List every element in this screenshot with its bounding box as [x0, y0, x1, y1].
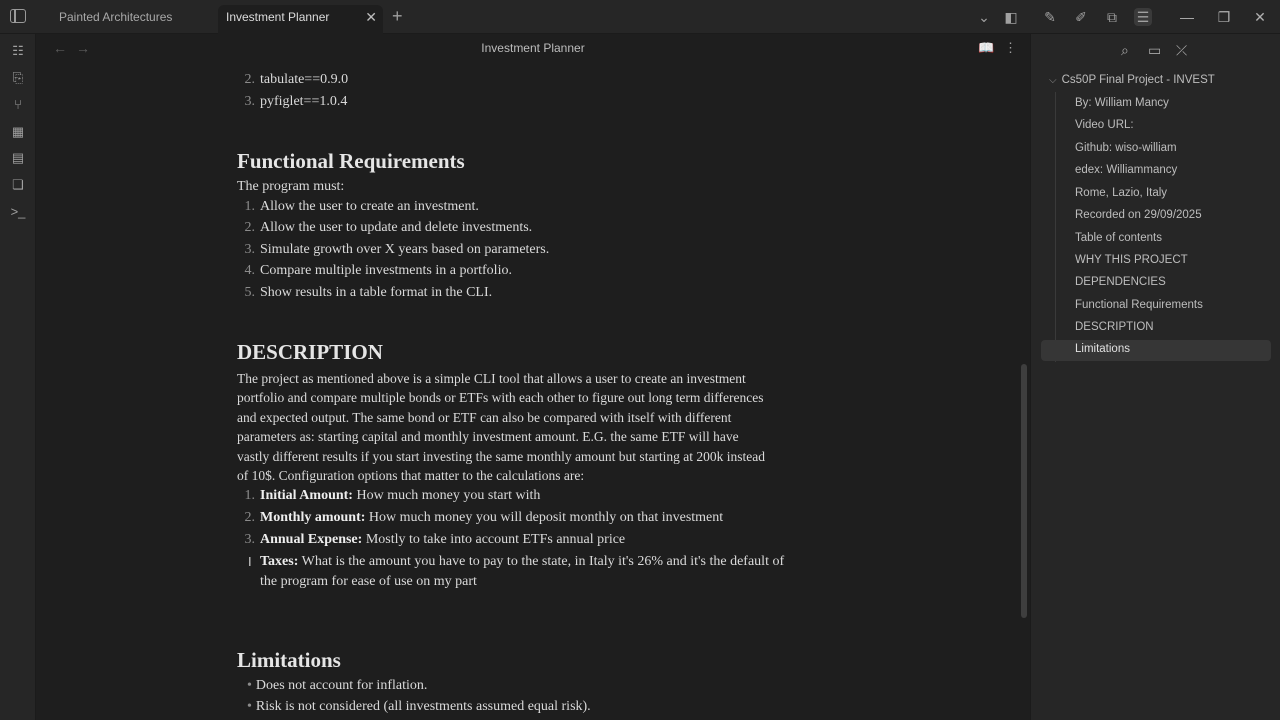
close-icon[interactable]: ✕: [365, 5, 377, 29]
outline-guide-line: [1055, 92, 1056, 362]
outline-item[interactable]: Rome, Lazio, Italy: [1075, 187, 1167, 199]
text-cursor-icon: I: [248, 554, 252, 569]
sidebar-toggle-icon[interactable]: [10, 9, 26, 23]
heading-description: DESCRIPTION: [237, 340, 383, 364]
heading-functional-requirements: Functional Requirements: [237, 149, 465, 173]
outline-item[interactable]: DEPENDENCIES: [1075, 276, 1166, 288]
tab-investment-planner[interactable]: Investment Planner ✕: [218, 5, 383, 34]
minimize-icon[interactable]: —: [1178, 8, 1196, 26]
tab-label: Investment Planner: [226, 10, 330, 24]
outline-item[interactable]: WHY THIS PROJECT: [1075, 254, 1188, 266]
outline-root[interactable]: ⌵ Cs50P Final Project - INVEST: [1049, 74, 1215, 86]
outline-item[interactable]: By: William Mancy: [1075, 97, 1169, 109]
display-icon[interactable]: ▭: [1148, 42, 1161, 59]
tab-bar: Painted Architectures Investment Planner…: [0, 0, 1280, 34]
files-icon[interactable]: ☷: [10, 43, 26, 59]
bullet-icon: •: [247, 678, 252, 693]
outline-item[interactable]: Video URL:: [1075, 119, 1134, 131]
view-header: ← → Investment Planner 📖 ⋮: [36, 34, 1030, 62]
outline-icon[interactable]: ☰: [1134, 8, 1152, 26]
view-title: Investment Planner: [481, 41, 585, 55]
window-close-icon[interactable]: ✕: [1251, 8, 1269, 26]
outline-item[interactable]: Recorded on 29/09/2025: [1075, 209, 1202, 221]
reading-view-icon[interactable]: 📖: [978, 40, 994, 56]
left-ribbon: ☷ ⎘ ⑂ ▦ ▤ ❏ >_: [0, 34, 36, 720]
list-item-continuation: the program for ease of use on my part: [260, 574, 477, 589]
calendar-icon[interactable]: ▤: [10, 150, 26, 166]
right-sidebar: ⌕ ▭ ⤫ ⌵ Cs50P Final Project - INVEST By: …: [1030, 34, 1280, 720]
file-search-icon[interactable]: ⎘: [10, 70, 26, 86]
bullet-item: • Risk is not considered (all investments…: [247, 699, 591, 714]
outline-item[interactable]: edex: Williammancy: [1075, 164, 1177, 176]
new-tab-icon[interactable]: +: [392, 6, 403, 26]
graph-icon[interactable]: ⑂: [10, 97, 26, 113]
tab-painted-architectures[interactable]: Painted Architectures: [51, 5, 217, 34]
paragraph: The program must:: [237, 179, 345, 194]
bullet-icon: •: [247, 699, 252, 714]
bullet-item: • Does not account for inflation.: [247, 678, 428, 693]
restore-icon[interactable]: ❐: [1215, 8, 1233, 26]
tab-label: Painted Architectures: [59, 10, 173, 24]
plugin-alt-icon[interactable]: ✐: [1072, 8, 1090, 26]
tags-icon[interactable]: ⧉: [1103, 8, 1121, 26]
chevron-down-icon[interactable]: ⌵: [1049, 75, 1057, 86]
outline-item[interactable]: Functional Requirements: [1075, 299, 1203, 311]
outline-item-limitations[interactable]: Limitations: [1075, 343, 1130, 355]
outline-item[interactable]: Table of contents: [1075, 232, 1162, 244]
copy-icon[interactable]: ❏: [10, 177, 26, 193]
outline-item[interactable]: Github: wiso-william: [1075, 142, 1177, 154]
more-options-icon[interactable]: ⋮: [1004, 40, 1017, 56]
collapse-icon[interactable]: ⤫: [1176, 42, 1187, 59]
heading-limitations: Limitations: [237, 648, 341, 672]
chevron-down-icon[interactable]: ⌄: [975, 8, 993, 26]
outline-item[interactable]: DESCRIPTION: [1075, 321, 1154, 333]
search-icon[interactable]: ⌕: [1121, 42, 1129, 59]
canvas-icon[interactable]: ▦: [10, 124, 26, 140]
description-paragraph: The project as mentioned above is a simp…: [237, 371, 766, 484]
terminal-icon[interactable]: >_: [10, 204, 26, 220]
plugin-icon[interactable]: ✎: [1041, 8, 1059, 26]
editor-pane: ← → Investment Planner 📖 ⋮ 2. tabulate==…: [36, 34, 1030, 720]
scrollbar[interactable]: [1021, 364, 1027, 618]
split-view-icon[interactable]: ◧: [1002, 8, 1020, 26]
